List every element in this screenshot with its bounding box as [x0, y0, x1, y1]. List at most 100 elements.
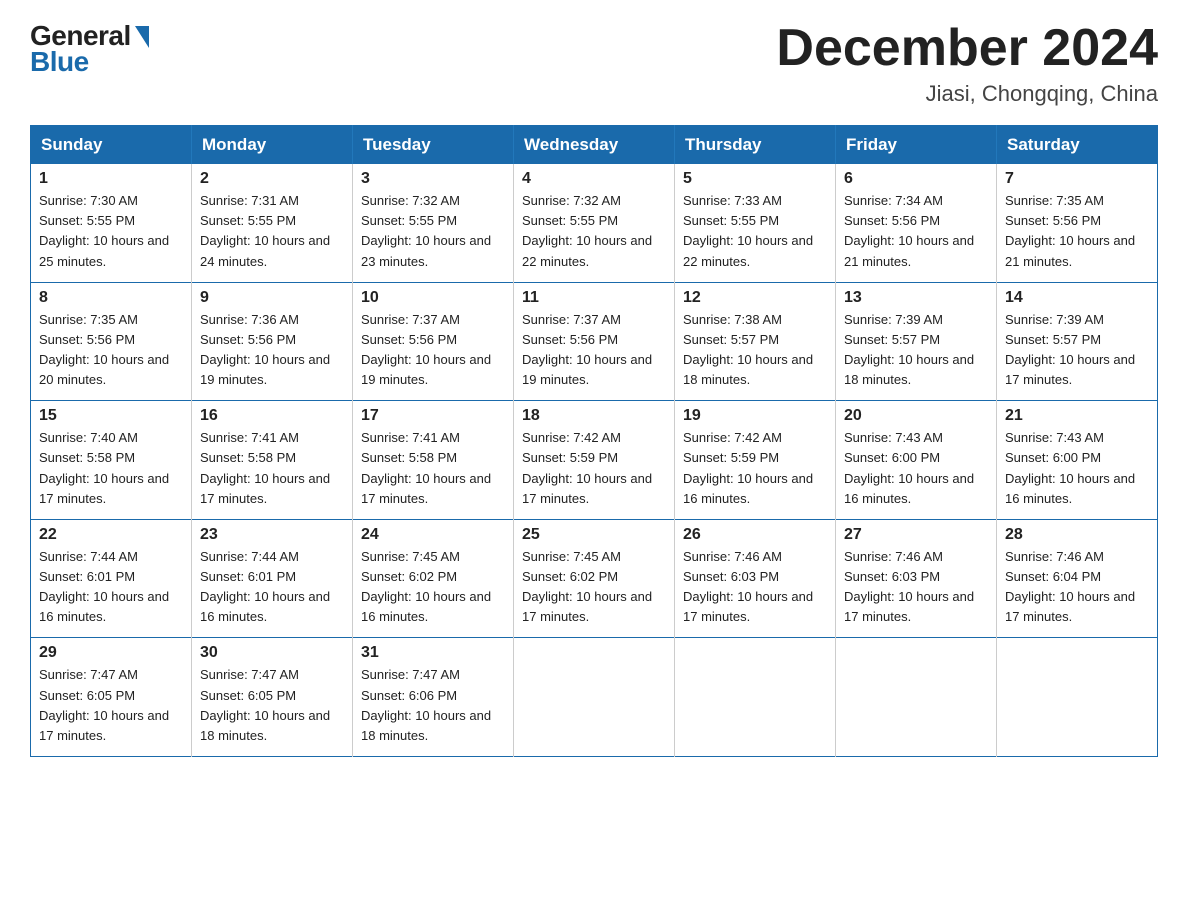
- calendar-cell: [675, 638, 836, 757]
- calendar-cell: 2 Sunrise: 7:31 AMSunset: 5:55 PMDayligh…: [192, 164, 353, 283]
- calendar-cell: 22 Sunrise: 7:44 AMSunset: 6:01 PMDaylig…: [31, 519, 192, 638]
- day-number: 21: [1005, 407, 1149, 425]
- calendar-cell: 17 Sunrise: 7:41 AMSunset: 5:58 PMDaylig…: [353, 401, 514, 520]
- calendar-cell: 24 Sunrise: 7:45 AMSunset: 6:02 PMDaylig…: [353, 519, 514, 638]
- day-number: 25: [522, 526, 666, 544]
- day-number: 2: [200, 170, 344, 188]
- calendar-cell: 15 Sunrise: 7:40 AMSunset: 5:58 PMDaylig…: [31, 401, 192, 520]
- calendar-cell: 9 Sunrise: 7:36 AMSunset: 5:56 PMDayligh…: [192, 282, 353, 401]
- calendar-cell: 19 Sunrise: 7:42 AMSunset: 5:59 PMDaylig…: [675, 401, 836, 520]
- day-number: 5: [683, 170, 827, 188]
- day-info: Sunrise: 7:41 AMSunset: 5:58 PMDaylight:…: [361, 428, 505, 509]
- day-number: 30: [200, 644, 344, 662]
- calendar-cell: 12 Sunrise: 7:38 AMSunset: 5:57 PMDaylig…: [675, 282, 836, 401]
- day-number: 22: [39, 526, 183, 544]
- day-info: Sunrise: 7:43 AMSunset: 6:00 PMDaylight:…: [844, 428, 988, 509]
- calendar-week-row: 8 Sunrise: 7:35 AMSunset: 5:56 PMDayligh…: [31, 282, 1158, 401]
- calendar-cell: [997, 638, 1158, 757]
- day-number: 19: [683, 407, 827, 425]
- calendar-cell: [514, 638, 675, 757]
- page-title: December 2024: [776, 20, 1158, 77]
- day-number: 4: [522, 170, 666, 188]
- calendar-cell: 11 Sunrise: 7:37 AMSunset: 5:56 PMDaylig…: [514, 282, 675, 401]
- day-number: 20: [844, 407, 988, 425]
- day-number: 29: [39, 644, 183, 662]
- day-info: Sunrise: 7:41 AMSunset: 5:58 PMDaylight:…: [200, 428, 344, 509]
- calendar-header: Sunday Monday Tuesday Wednesday Thursday…: [31, 126, 1158, 164]
- calendar-cell: 4 Sunrise: 7:32 AMSunset: 5:55 PMDayligh…: [514, 164, 675, 283]
- calendar-cell: 13 Sunrise: 7:39 AMSunset: 5:57 PMDaylig…: [836, 282, 997, 401]
- day-info: Sunrise: 7:47 AMSunset: 6:05 PMDaylight:…: [200, 665, 344, 746]
- day-info: Sunrise: 7:31 AMSunset: 5:55 PMDaylight:…: [200, 191, 344, 272]
- calendar-body: 1 Sunrise: 7:30 AMSunset: 5:55 PMDayligh…: [31, 164, 1158, 757]
- calendar-cell: 23 Sunrise: 7:44 AMSunset: 6:01 PMDaylig…: [192, 519, 353, 638]
- calendar-cell: 31 Sunrise: 7:47 AMSunset: 6:06 PMDaylig…: [353, 638, 514, 757]
- calendar-week-row: 1 Sunrise: 7:30 AMSunset: 5:55 PMDayligh…: [31, 164, 1158, 283]
- day-info: Sunrise: 7:39 AMSunset: 5:57 PMDaylight:…: [1005, 310, 1149, 391]
- day-info: Sunrise: 7:34 AMSunset: 5:56 PMDaylight:…: [844, 191, 988, 272]
- day-number: 23: [200, 526, 344, 544]
- col-friday: Friday: [836, 126, 997, 164]
- day-number: 12: [683, 289, 827, 307]
- day-info: Sunrise: 7:45 AMSunset: 6:02 PMDaylight:…: [361, 547, 505, 628]
- day-info: Sunrise: 7:36 AMSunset: 5:56 PMDaylight:…: [200, 310, 344, 391]
- day-number: 15: [39, 407, 183, 425]
- day-number: 7: [1005, 170, 1149, 188]
- day-number: 3: [361, 170, 505, 188]
- calendar-cell: 7 Sunrise: 7:35 AMSunset: 5:56 PMDayligh…: [997, 164, 1158, 283]
- day-number: 18: [522, 407, 666, 425]
- calendar-week-row: 15 Sunrise: 7:40 AMSunset: 5:58 PMDaylig…: [31, 401, 1158, 520]
- logo: General Blue: [30, 20, 149, 78]
- day-info: Sunrise: 7:46 AMSunset: 6:04 PMDaylight:…: [1005, 547, 1149, 628]
- day-info: Sunrise: 7:47 AMSunset: 6:06 PMDaylight:…: [361, 665, 505, 746]
- day-number: 31: [361, 644, 505, 662]
- calendar-cell: 26 Sunrise: 7:46 AMSunset: 6:03 PMDaylig…: [675, 519, 836, 638]
- day-info: Sunrise: 7:35 AMSunset: 5:56 PMDaylight:…: [1005, 191, 1149, 272]
- calendar-cell: 16 Sunrise: 7:41 AMSunset: 5:58 PMDaylig…: [192, 401, 353, 520]
- day-number: 24: [361, 526, 505, 544]
- calendar-cell: 8 Sunrise: 7:35 AMSunset: 5:56 PMDayligh…: [31, 282, 192, 401]
- day-info: Sunrise: 7:44 AMSunset: 6:01 PMDaylight:…: [200, 547, 344, 628]
- day-number: 1: [39, 170, 183, 188]
- day-number: 10: [361, 289, 505, 307]
- calendar-cell: 18 Sunrise: 7:42 AMSunset: 5:59 PMDaylig…: [514, 401, 675, 520]
- day-number: 9: [200, 289, 344, 307]
- day-info: Sunrise: 7:37 AMSunset: 5:56 PMDaylight:…: [522, 310, 666, 391]
- day-info: Sunrise: 7:46 AMSunset: 6:03 PMDaylight:…: [844, 547, 988, 628]
- calendar-header-row: Sunday Monday Tuesday Wednesday Thursday…: [31, 126, 1158, 164]
- calendar-cell: [836, 638, 997, 757]
- logo-triangle-icon: [135, 26, 149, 48]
- calendar-cell: 5 Sunrise: 7:33 AMSunset: 5:55 PMDayligh…: [675, 164, 836, 283]
- day-number: 6: [844, 170, 988, 188]
- calendar-cell: 30 Sunrise: 7:47 AMSunset: 6:05 PMDaylig…: [192, 638, 353, 757]
- calendar-cell: 29 Sunrise: 7:47 AMSunset: 6:05 PMDaylig…: [31, 638, 192, 757]
- calendar-cell: 20 Sunrise: 7:43 AMSunset: 6:00 PMDaylig…: [836, 401, 997, 520]
- day-info: Sunrise: 7:47 AMSunset: 6:05 PMDaylight:…: [39, 665, 183, 746]
- day-number: 28: [1005, 526, 1149, 544]
- col-monday: Monday: [192, 126, 353, 164]
- day-number: 13: [844, 289, 988, 307]
- day-number: 8: [39, 289, 183, 307]
- calendar-week-row: 29 Sunrise: 7:47 AMSunset: 6:05 PMDaylig…: [31, 638, 1158, 757]
- calendar-cell: 1 Sunrise: 7:30 AMSunset: 5:55 PMDayligh…: [31, 164, 192, 283]
- calendar-cell: 10 Sunrise: 7:37 AMSunset: 5:56 PMDaylig…: [353, 282, 514, 401]
- calendar-cell: 6 Sunrise: 7:34 AMSunset: 5:56 PMDayligh…: [836, 164, 997, 283]
- day-info: Sunrise: 7:38 AMSunset: 5:57 PMDaylight:…: [683, 310, 827, 391]
- page-subtitle: Jiasi, Chongqing, China: [776, 81, 1158, 107]
- calendar-cell: 14 Sunrise: 7:39 AMSunset: 5:57 PMDaylig…: [997, 282, 1158, 401]
- day-number: 17: [361, 407, 505, 425]
- logo-blue-text: Blue: [30, 46, 89, 78]
- day-info: Sunrise: 7:42 AMSunset: 5:59 PMDaylight:…: [683, 428, 827, 509]
- day-number: 11: [522, 289, 666, 307]
- calendar-cell: 3 Sunrise: 7:32 AMSunset: 5:55 PMDayligh…: [353, 164, 514, 283]
- col-wednesday: Wednesday: [514, 126, 675, 164]
- day-info: Sunrise: 7:37 AMSunset: 5:56 PMDaylight:…: [361, 310, 505, 391]
- day-info: Sunrise: 7:42 AMSunset: 5:59 PMDaylight:…: [522, 428, 666, 509]
- day-info: Sunrise: 7:35 AMSunset: 5:56 PMDaylight:…: [39, 310, 183, 391]
- col-thursday: Thursday: [675, 126, 836, 164]
- day-number: 16: [200, 407, 344, 425]
- col-sunday: Sunday: [31, 126, 192, 164]
- day-info: Sunrise: 7:45 AMSunset: 6:02 PMDaylight:…: [522, 547, 666, 628]
- title-block: December 2024 Jiasi, Chongqing, China: [776, 20, 1158, 107]
- calendar-week-row: 22 Sunrise: 7:44 AMSunset: 6:01 PMDaylig…: [31, 519, 1158, 638]
